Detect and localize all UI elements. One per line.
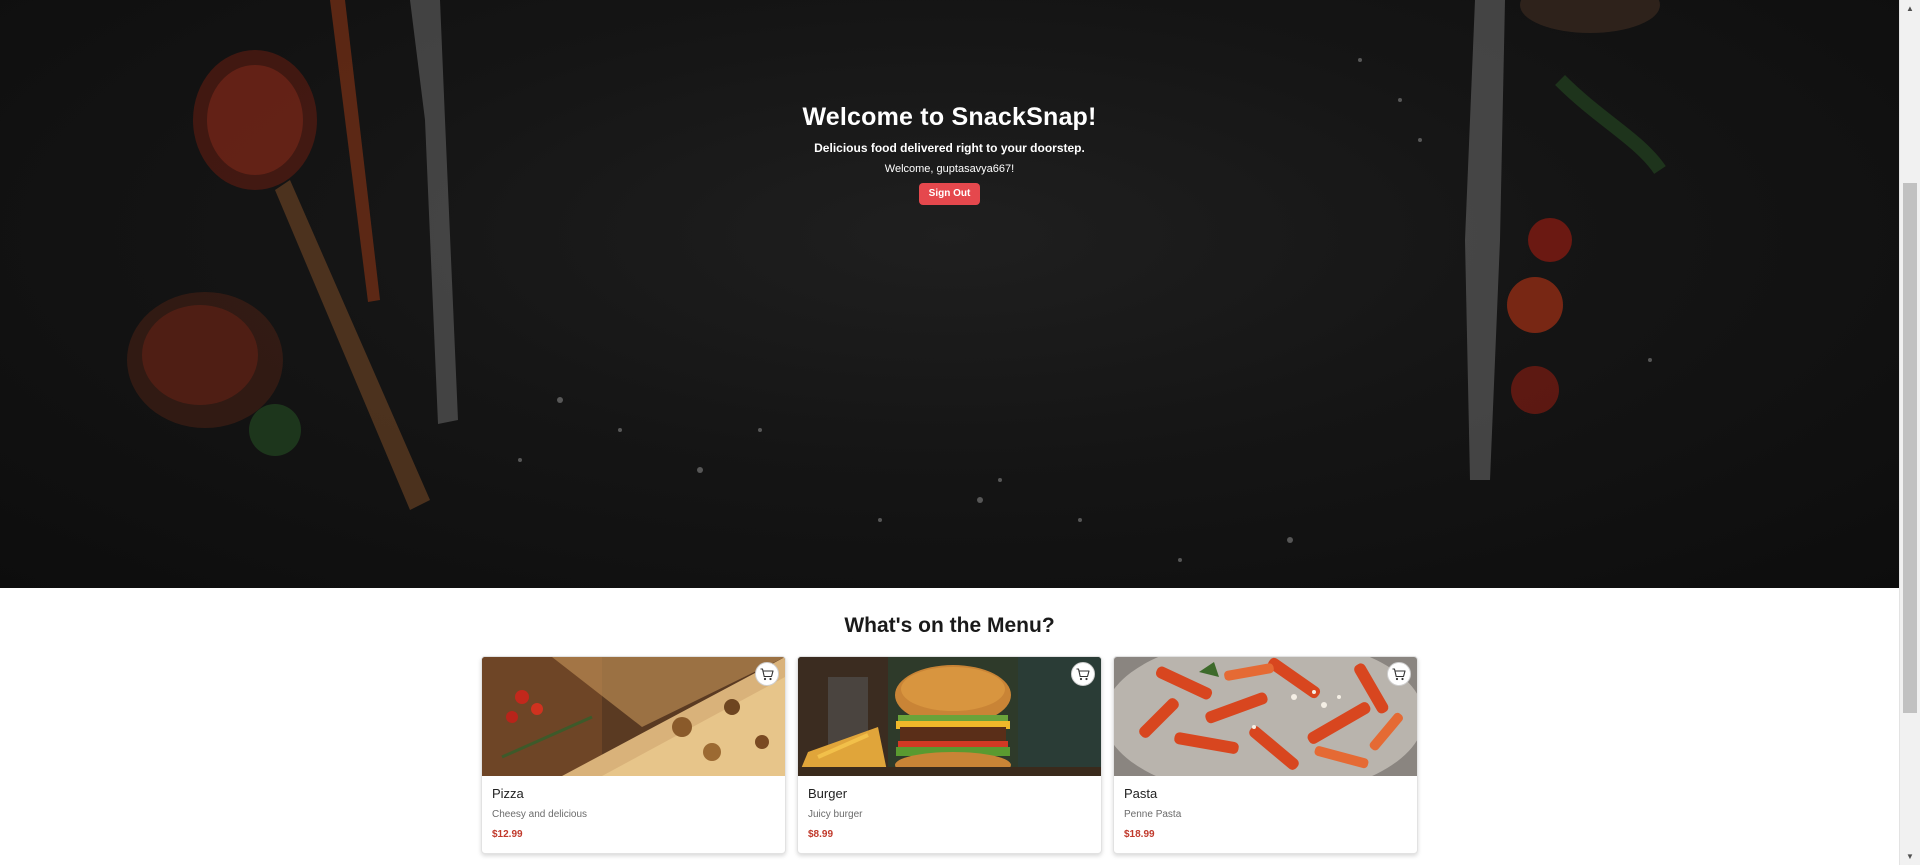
menu-section: What's on the Menu? Pizza Cheesy and del… — [0, 588, 1899, 865]
card-body: Burger Juicy burger $8.99 — [798, 776, 1101, 841]
menu-card-pasta[interactable]: Pasta Penne Pasta $18.99 — [1113, 656, 1418, 854]
pasta-photo — [1114, 657, 1417, 776]
menu-card-burger[interactable]: Burger Juicy burger $8.99 — [797, 656, 1102, 854]
pasta-image — [1114, 657, 1417, 776]
add-to-cart-button[interactable] — [755, 662, 779, 686]
page: Welcome to SnackSnap! Delicious food del… — [0, 0, 1920, 865]
hero-background-image — [127, 0, 1666, 562]
pizza-photo — [482, 657, 785, 776]
cart-icon — [1076, 667, 1090, 680]
hero-content: Welcome to SnackSnap! Delicious food del… — [0, 100, 1899, 205]
item-description: Juicy burger — [808, 809, 863, 820]
burger-photo — [798, 657, 1101, 776]
hero-section: Welcome to SnackSnap! Delicious food del… — [0, 0, 1899, 588]
pizza-image — [482, 657, 785, 776]
cart-icon — [1392, 667, 1406, 680]
scroll-down-arrow-icon[interactable]: ▼ — [1900, 848, 1920, 865]
hero-subtitle: Delicious food delivered right to your d… — [814, 141, 1085, 155]
item-price: $12.99 — [492, 829, 523, 840]
card-body: Pizza Cheesy and delicious $12.99 — [482, 776, 785, 841]
card-body: Pasta Penne Pasta $18.99 — [1114, 776, 1417, 841]
cart-icon — [760, 667, 774, 680]
item-name: Pasta — [1124, 786, 1158, 801]
sign-out-button[interactable]: Sign Out — [918, 183, 981, 205]
item-name: Pizza — [492, 786, 524, 801]
item-description: Penne Pasta — [1124, 809, 1182, 820]
welcome-message: Welcome, guptasavya667! — [884, 163, 1015, 175]
menu-heading: What's on the Menu? — [844, 614, 1055, 637]
item-name: Burger — [808, 786, 848, 801]
add-to-cart-button[interactable] — [1387, 662, 1411, 686]
item-price: $8.99 — [808, 829, 834, 840]
page-title: Welcome to SnackSnap! — [802, 103, 1097, 131]
item-description: Cheesy and delicious — [492, 809, 588, 820]
scroll-up-arrow-icon[interactable]: ▲ — [1900, 0, 1920, 17]
item-price: $18.99 — [1124, 829, 1155, 840]
scrollbar-thumb[interactable] — [1903, 183, 1917, 713]
vertical-scrollbar[interactable]: ▲ ▼ — [1899, 0, 1920, 865]
menu-card-pizza[interactable]: Pizza Cheesy and delicious $12.99 — [481, 656, 786, 854]
add-to-cart-button[interactable] — [1071, 662, 1095, 686]
burger-image — [798, 657, 1101, 776]
